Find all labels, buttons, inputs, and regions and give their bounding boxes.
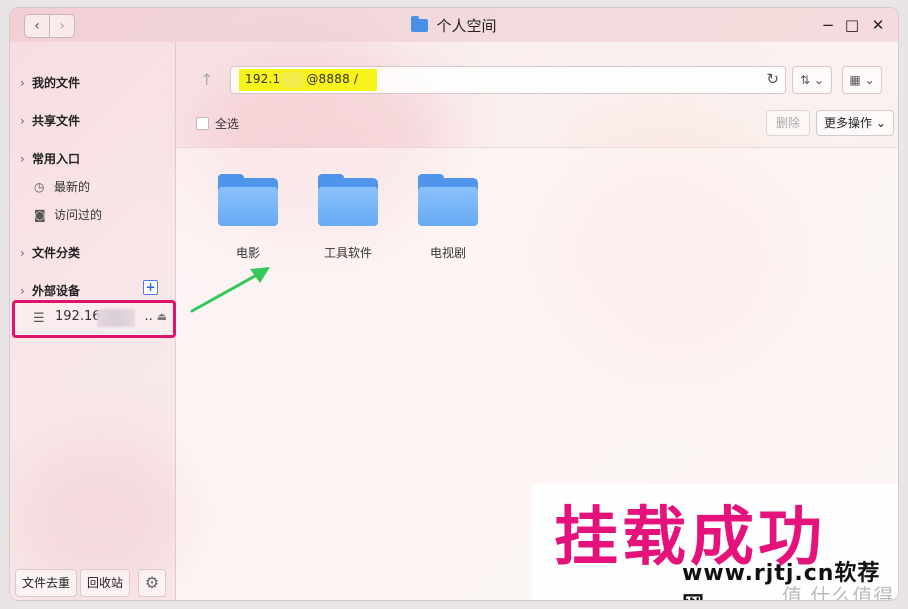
- device-name-prefix: 192.16: [55, 309, 101, 324]
- chevron-right-icon: ›: [20, 246, 25, 260]
- watermark-secondary: 值 什么值得买: [782, 584, 895, 600]
- address-part1: 192.1: [245, 72, 281, 86]
- more-actions-button[interactable]: 更多操作 ⌄: [816, 110, 894, 136]
- checkbox-icon: [196, 117, 209, 130]
- maximize-button[interactable]: □: [842, 16, 862, 34]
- file-manager-window: ‹ › 个人空间 − □ ✕ › 我的文件 › 共享文件 › 常用入口 ◷ 最新的 ◙ 访…: [10, 8, 898, 600]
- sidebar-item-device[interactable]: ☰ 192.16.. ⏏: [12, 300, 176, 338]
- chevron-down-icon: ›: [20, 152, 25, 166]
- recycle-bin-button[interactable]: 回收站: [80, 569, 131, 597]
- device-name-suffix: ..: [144, 309, 153, 324]
- address-path: 192.1 @8888 /: [245, 72, 358, 86]
- sidebar-section-external-devices[interactable]: › 外部设备: [20, 282, 80, 299]
- up-arrow-icon[interactable]: ↑: [200, 70, 213, 89]
- folder-icon: [318, 174, 378, 226]
- title-bar: ‹ › 个人空间 − □ ✕: [10, 8, 898, 42]
- clock-icon: ◷: [34, 180, 45, 194]
- folder-icon: [218, 174, 278, 226]
- folder-item[interactable]: 电影: [208, 174, 288, 261]
- sidebar-item-recent[interactable]: ◷ 最新的: [34, 178, 90, 195]
- window-title-text: 个人空间: [436, 17, 497, 35]
- sidebar-section-shared-files[interactable]: › 共享文件: [20, 112, 80, 129]
- delete-button[interactable]: 删除: [766, 110, 810, 136]
- dedupe-button[interactable]: 文件去重: [15, 569, 78, 597]
- sidebar-section-label: 共享文件: [32, 114, 81, 128]
- chevron-down-icon: ›: [20, 284, 25, 298]
- sidebar: › 我的文件 › 共享文件 › 常用入口 ◷ 最新的 ◙ 访问过的 › 文件分类 › 外部设备…: [10, 42, 176, 600]
- success-caption: 挂载成功 www.rjtj.cn软荐网 值 什么值得买: [532, 484, 898, 600]
- sort-icon: ⇅ ⌄: [800, 73, 824, 87]
- sidebar-section-label: 文件分类: [32, 246, 81, 260]
- folder-icon: [418, 174, 478, 226]
- close-button[interactable]: ✕: [868, 16, 888, 34]
- minimize-button[interactable]: −: [818, 16, 838, 34]
- folder-label: 电影: [235, 246, 260, 260]
- folder-icon: [411, 16, 429, 32]
- chevron-right-icon: ›: [20, 114, 25, 128]
- sidebar-item-label: 最新的: [54, 180, 91, 194]
- folder-item[interactable]: 电视剧: [408, 174, 488, 261]
- server-icon: ☰: [33, 311, 45, 326]
- more-actions-label: 更多操作: [824, 116, 873, 130]
- window-title: 个人空间: [10, 15, 898, 36]
- sidebar-item-visited[interactable]: ◙ 访问过的: [34, 206, 102, 223]
- sidebar-section-file-category[interactable]: › 文件分类: [20, 244, 80, 261]
- redaction-blur: [97, 309, 135, 327]
- chevron-down-icon: ⌄: [875, 116, 886, 130]
- gear-icon[interactable]: ⚙: [138, 569, 166, 597]
- sidebar-section-label: 常用入口: [32, 152, 81, 166]
- refresh-icon[interactable]: ↻: [766, 70, 779, 88]
- sidebar-section-label: 外部设备: [32, 284, 81, 298]
- select-all-checkbox[interactable]: 全选: [196, 115, 239, 132]
- sidebar-section-label: 我的文件: [32, 76, 81, 90]
- eject-icon[interactable]: ⏏: [157, 310, 167, 323]
- sidebar-section-common-entry[interactable]: › 常用入口: [20, 150, 80, 167]
- sidebar-section-my-files[interactable]: › 我的文件: [20, 74, 80, 91]
- sort-button[interactable]: ⇅ ⌄: [792, 66, 832, 94]
- visited-icon: ◙: [34, 208, 46, 222]
- chevron-right-icon: ›: [20, 76, 25, 90]
- select-all-label: 全选: [215, 117, 240, 131]
- add-device-button[interactable]: +: [143, 280, 158, 295]
- view-mode-button[interactable]: ▦ ⌄: [842, 66, 882, 94]
- grid-view-icon: ▦ ⌄: [849, 73, 875, 87]
- folder-item[interactable]: 工具软件: [308, 174, 388, 261]
- address-bar[interactable]: 192.1 @8888 / ↻: [230, 66, 786, 94]
- folder-label: 工具软件: [323, 246, 372, 260]
- folder-label: 电视剧: [429, 246, 466, 260]
- address-part2: @8888 /: [306, 72, 359, 86]
- annotation-arrow-icon: [190, 267, 270, 313]
- sidebar-item-label: 访问过的: [54, 208, 103, 222]
